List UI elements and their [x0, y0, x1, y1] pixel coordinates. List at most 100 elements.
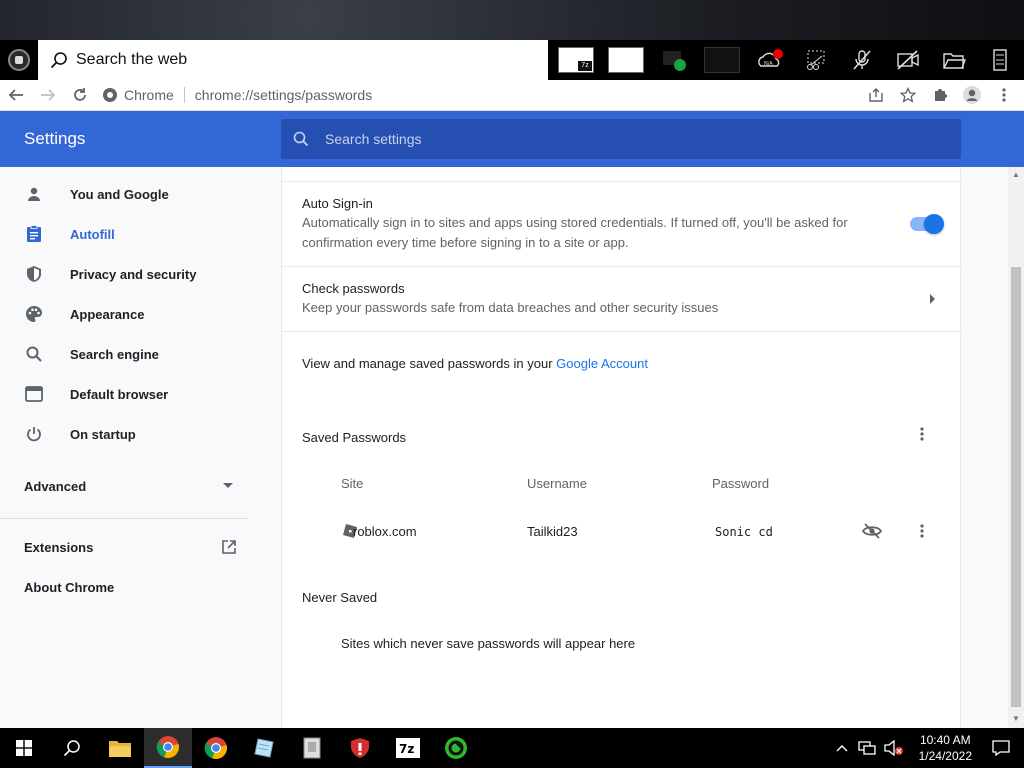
search-icon [50, 52, 67, 69]
forward-button[interactable] [32, 80, 64, 111]
taskbar-notepad[interactable] [240, 728, 288, 768]
scrollbar-thumb[interactable] [1011, 267, 1021, 707]
taskbar-chrome[interactable] [144, 728, 192, 768]
taskbar-file-explorer[interactable] [96, 728, 144, 768]
reload-button[interactable] [64, 80, 96, 111]
network-icon [857, 741, 876, 755]
svg-text:7z: 7z [399, 742, 414, 756]
back-button[interactable] [0, 80, 32, 111]
folder-open-icon[interactable] [938, 47, 970, 73]
sidebar-item-autofill[interactable]: Autofill [0, 214, 281, 254]
extensions-button[interactable] [926, 81, 954, 109]
windows-search-bar-row: Search the web 7z N/A [0, 40, 1024, 80]
window-thumbnail-notepad[interactable] [608, 47, 644, 73]
password-site[interactable]: roblox.com [353, 524, 417, 539]
sidebar-item-label: Default browser [70, 386, 169, 402]
profile-button[interactable] [958, 81, 986, 109]
url-text[interactable]: chrome://settings/passwords [195, 87, 372, 103]
sidebar-item-privacy-and-security[interactable]: Privacy and security [0, 254, 281, 294]
mic-muted-icon[interactable] [846, 47, 878, 73]
settings-content: You and Google Autofill Privacy and secu… [0, 167, 1024, 728]
open-in-new-icon [222, 540, 236, 554]
cortana-button[interactable] [0, 40, 38, 80]
sidebar-item-on-startup[interactable]: On startup [0, 414, 281, 454]
web-search-placeholder: Search the web [76, 51, 188, 68]
check-passwords-title: Check passwords [302, 281, 405, 296]
hide-password-button[interactable] [860, 521, 884, 541]
chrome-icon [204, 737, 227, 760]
sidebar-item-appearance[interactable]: Appearance [0, 294, 281, 334]
chevron-right-icon [930, 294, 935, 304]
window-thumbnail-7z[interactable]: 7z [558, 47, 594, 73]
browser-toolbar: Chrome chrome://settings/passwords [0, 80, 1024, 111]
previous-row-edge [282, 167, 962, 182]
volume-button[interactable] [883, 740, 905, 756]
snip-icon[interactable] [800, 47, 832, 73]
cortana-icon [8, 49, 30, 71]
show-hidden-icons-button[interactable] [833, 744, 851, 752]
sidebar-advanced-label: Advanced [24, 478, 87, 494]
address-divider [183, 87, 185, 103]
column-header-site: Site [341, 476, 364, 491]
settings-search-placeholder: Search settings [325, 131, 422, 147]
sidebar-item-extensions[interactable]: Extensions [0, 527, 281, 567]
taskbar-chrome-second[interactable] [192, 728, 240, 768]
password-row-menu-button[interactable] [918, 521, 926, 541]
chrome-menu-button[interactable] [990, 81, 1018, 109]
passwords-card: Auto Sign-in Automatically sign in to si… [281, 167, 962, 728]
taskbar-archive-app[interactable] [288, 728, 336, 768]
check-passwords-description: Keep your passwords safe from data breac… [302, 300, 719, 315]
cloud-na-icon[interactable]: N/A [754, 47, 786, 73]
desktop-wallpaper [0, 0, 1024, 40]
scroll-down-arrow-icon[interactable]: ▼ [1012, 715, 1020, 723]
share-button[interactable] [862, 81, 890, 109]
arrow-right-icon [41, 89, 56, 101]
sidebar-item-default-browser[interactable]: Default browser [0, 374, 281, 414]
address-bar[interactable]: Chrome chrome://settings/passwords [102, 83, 862, 107]
person-icon [24, 184, 44, 204]
taskbar-clock[interactable]: 10:40 AM 1/24/2022 [911, 732, 980, 764]
sidebar-item-you-and-google[interactable]: You and Google [0, 174, 281, 214]
start-button[interactable] [0, 728, 48, 768]
quick-launch-area: 7z N/A [548, 47, 1016, 73]
avatar-icon [963, 86, 981, 104]
archive-icon [303, 737, 321, 759]
taskbar-search-button[interactable] [48, 728, 96, 768]
site-label: Chrome [124, 87, 174, 103]
page-title: Settings [24, 129, 86, 148]
bookmark-star-button[interactable] [894, 81, 922, 109]
taskbar-security-app[interactable] [336, 728, 384, 768]
caret-down-icon [223, 483, 233, 488]
auto-signin-row[interactable]: Auto Sign-in Automatically sign in to si… [282, 182, 962, 267]
razer-icon[interactable] [658, 47, 690, 73]
manage-passwords-text: View and manage saved passwords in your … [302, 356, 648, 371]
camera-off-icon[interactable] [892, 47, 924, 73]
auto-signin-toggle[interactable] [910, 214, 944, 234]
sidebar-item-search-engine[interactable]: Search engine [0, 334, 281, 374]
sidebar-item-label: Autofill [70, 226, 115, 242]
scroll-up-arrow-icon[interactable]: ▲ [1012, 171, 1020, 179]
taskbar-7zip[interactable]: 7z [384, 728, 432, 768]
sidebar-advanced-toggle[interactable]: Advanced [0, 462, 281, 510]
calculator-icon[interactable] [984, 47, 1016, 73]
saved-passwords-menu-button[interactable] [918, 425, 926, 443]
arrow-left-icon [8, 89, 23, 101]
saved-passwords-heading: Saved Passwords [302, 430, 407, 445]
password-username: Tailkid23 [527, 524, 578, 539]
reload-icon [74, 88, 86, 101]
notifications-button[interactable] [986, 740, 1016, 756]
sidebar-item-label: On startup [70, 426, 136, 442]
check-passwords-row[interactable]: Check passwords Keep your passwords safe… [282, 267, 962, 332]
page-scrollbar[interactable]: ▲ ▼ [1008, 167, 1024, 728]
google-account-link[interactable]: Google Account [556, 356, 648, 371]
taskbar-green-app[interactable] [432, 728, 480, 768]
window-thumbnail-dark[interactable] [704, 47, 740, 73]
network-button[interactable] [857, 740, 877, 756]
web-search-input[interactable]: Search the web [38, 40, 548, 80]
puzzle-icon [935, 89, 947, 101]
sidebar-item-about-chrome[interactable]: About Chrome [0, 567, 281, 607]
search-icon [24, 344, 44, 364]
manage-passwords-prefix: View and manage saved passwords in your [302, 356, 557, 371]
settings-search-input[interactable]: Search settings [281, 119, 961, 159]
power-icon [24, 424, 44, 444]
